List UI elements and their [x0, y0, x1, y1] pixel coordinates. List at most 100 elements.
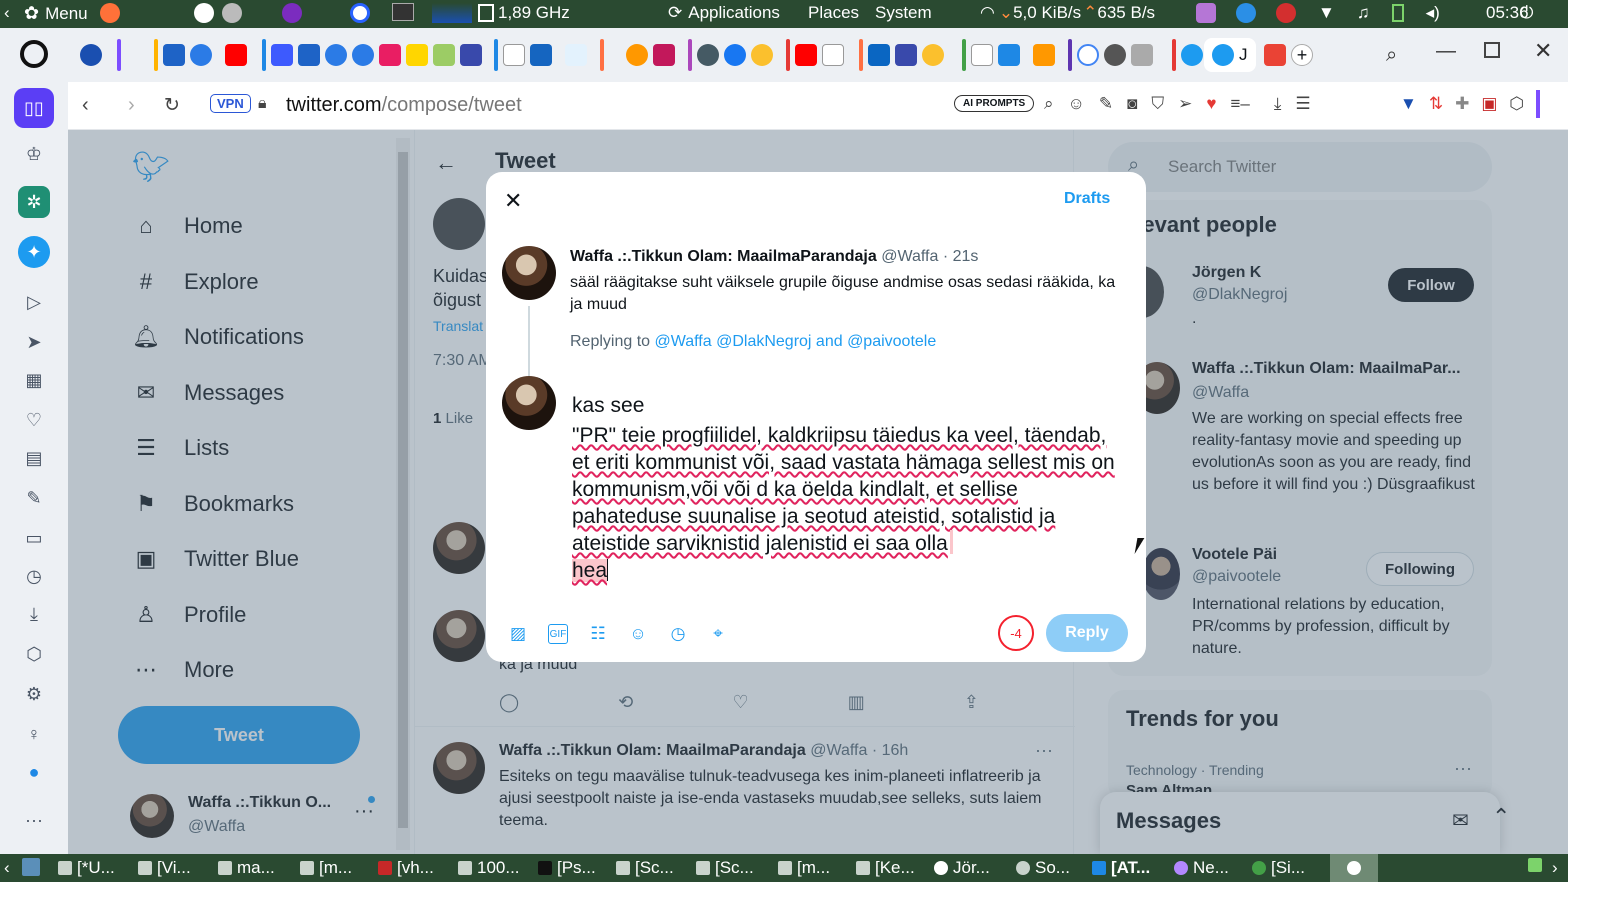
history-icon[interactable]: ◷ [18, 560, 50, 592]
extension-translate-icon[interactable]: ⇅ [1429, 94, 1443, 118]
vpn-badge[interactable]: VPN [210, 94, 251, 113]
firefox-launcher[interactable] [100, 3, 124, 23]
chatgpt-icon[interactable]: ✲ [18, 186, 50, 218]
taskbar-item[interactable]: [Ke... [856, 858, 915, 878]
tab-grid-icon[interactable] [1131, 44, 1153, 66]
tab-favicon-icon[interactable] [433, 44, 455, 66]
launcher-settings[interactable] [222, 3, 246, 23]
tab-search-icon[interactable]: ⌕ [1386, 44, 1397, 67]
edit-icon[interactable]: ✎ [18, 482, 50, 514]
tab-favicon-icon[interactable] [190, 44, 212, 66]
tab-favicon-icon[interactable] [271, 44, 293, 66]
tab-favicon-icon[interactable] [460, 44, 482, 66]
tab-favicon-icon[interactable] [653, 44, 675, 66]
send-icon[interactable]: ➤ [18, 326, 50, 358]
launcher-podcast[interactable] [282, 3, 306, 23]
tab-group-4[interactable] [494, 38, 604, 72]
restore-icon[interactable] [1484, 42, 1500, 58]
downloads-icon[interactable]: ⤓ [18, 598, 50, 630]
taskbar-item[interactable]: [*U... [58, 858, 115, 878]
lock-icon[interactable]: 🔒︎ [258, 95, 267, 113]
emoji-icon[interactable]: ☺ [1068, 94, 1085, 114]
tab-favicon-icon[interactable] [80, 44, 102, 66]
close-window-icon[interactable]: ✕ [1534, 38, 1552, 64]
youtube-icon[interactable] [225, 44, 247, 66]
twitter-icon[interactable] [1181, 44, 1203, 66]
url-field[interactable]: twitter.com/compose/tweet [286, 94, 522, 117]
wikipedia-icon[interactable] [822, 44, 844, 66]
openai-icon[interactable] [1104, 44, 1126, 66]
taskbar-item[interactable]: [Si... [1252, 858, 1305, 878]
taskbar-active-item[interactable] [1330, 854, 1378, 882]
tab-favicon-icon[interactable] [379, 44, 401, 66]
tab-favicon-icon[interactable] [406, 44, 428, 66]
tab-group-9[interactable]: + [1264, 38, 1313, 72]
tab-favicon-icon[interactable] [163, 44, 185, 66]
tab-active-twitter[interactable]: J [1204, 38, 1256, 72]
settings-sidebar-icon[interactable]: ⚙ [18, 678, 50, 710]
show-desktop-icon[interactable] [22, 858, 40, 876]
tab-favicon-icon[interactable] [626, 44, 648, 66]
tray-icons[interactable]: ▼ ♫ ◂) [1196, 3, 1440, 23]
taskbar-item[interactable]: [Ps... [538, 858, 596, 878]
tab-group-1[interactable] [80, 38, 121, 72]
location-icon[interactable]: ⌖ [708, 624, 728, 644]
tab-favicon-icon[interactable] [998, 44, 1020, 66]
tab-favicon-icon[interactable] [352, 44, 374, 66]
twitter-sidebar-icon[interactable]: ✦ [18, 236, 50, 268]
taskbar-item[interactable]: 100... [458, 858, 520, 878]
back-icon[interactable]: ‹ [82, 94, 89, 117]
taskbar-item[interactable]: [m... [778, 858, 830, 878]
tab-favicon-icon[interactable] [530, 44, 552, 66]
extension-red-icon[interactable]: ▣ [1481, 94, 1497, 118]
forward-icon[interactable]: › [128, 94, 135, 117]
tray-wifi-icon[interactable]: ▼ [1318, 3, 1335, 23]
tab-group-7[interactable] [962, 38, 1153, 72]
menu-button[interactable]: ✿ Menu [24, 3, 88, 24]
mail-icon[interactable] [895, 44, 917, 66]
tab-favicon-icon[interactable] [697, 44, 719, 66]
trash-icon[interactable] [1528, 858, 1542, 872]
youtube-icon[interactable] [795, 44, 817, 66]
taskbar-item[interactable]: So... [1016, 858, 1070, 878]
player-icon[interactable]: ▷ [18, 286, 50, 318]
opera-logo-icon[interactable] [20, 40, 48, 68]
tab-favicon-icon[interactable] [922, 44, 944, 66]
tab-group-2[interactable] [154, 38, 247, 72]
metamask-icon[interactable] [1033, 44, 1055, 66]
tab-group-8[interactable] [1172, 38, 1203, 72]
reload-icon[interactable]: ↻ [164, 94, 180, 117]
volume-icon[interactable]: ◂) [1426, 3, 1440, 23]
schedule-icon[interactable]: ◷ [668, 624, 688, 644]
more-sidebar-icon[interactable]: ··· [18, 804, 50, 836]
extension-puzzle-icon[interactable]: ✚ [1455, 94, 1469, 118]
extensions-icon[interactable]: ⬡ [18, 638, 50, 670]
launcher-a[interactable] [194, 3, 218, 23]
new-tab-icon[interactable]: + [1291, 44, 1313, 66]
power-button[interactable]: ⏻ [1520, 3, 1533, 23]
wallet-icon[interactable]: ▭ [18, 522, 50, 554]
tab-group-5[interactable] [626, 38, 773, 72]
taskbar-item[interactable]: Ne... [1174, 858, 1229, 878]
facebook-icon[interactable] [724, 44, 746, 66]
taskbar-right-arrow[interactable]: › [1552, 858, 1558, 878]
launcher-opera[interactable] [350, 3, 374, 23]
reply-button[interactable]: Reply [1046, 614, 1128, 652]
battery-saver-icon[interactable]: ≡– [1231, 94, 1250, 114]
tab-favicon-icon[interactable] [971, 44, 993, 66]
tray-bell-icon[interactable]: ♫ [1357, 3, 1370, 23]
chat-bubble-icon[interactable]: ● [18, 756, 50, 788]
tab-favicon-icon[interactable] [751, 44, 773, 66]
workspaces-icon[interactable]: ▯▯ [14, 88, 54, 128]
taskbar-item[interactable]: [vh... [378, 858, 434, 878]
taskbar-item[interactable]: [Sc... [696, 858, 754, 878]
tab-group-3[interactable] [262, 38, 482, 72]
taskbar-item[interactable]: [ΑΤ... [1092, 858, 1150, 878]
applications-menu[interactable]: ⟳ Applications [668, 3, 780, 23]
chat-search-icon[interactable]: ⌕ [1044, 94, 1054, 114]
lightbulb-icon[interactable]: ♀ [18, 718, 50, 750]
share-icon[interactable]: ➢ [1178, 94, 1192, 114]
extension-box-icon[interactable]: ⬡ [1509, 94, 1524, 118]
compose-textarea[interactable]: kas see "PR" teie progfiilidel, kaldkrii… [572, 392, 1122, 584]
crown-icon[interactable]: ♔ [18, 138, 50, 170]
